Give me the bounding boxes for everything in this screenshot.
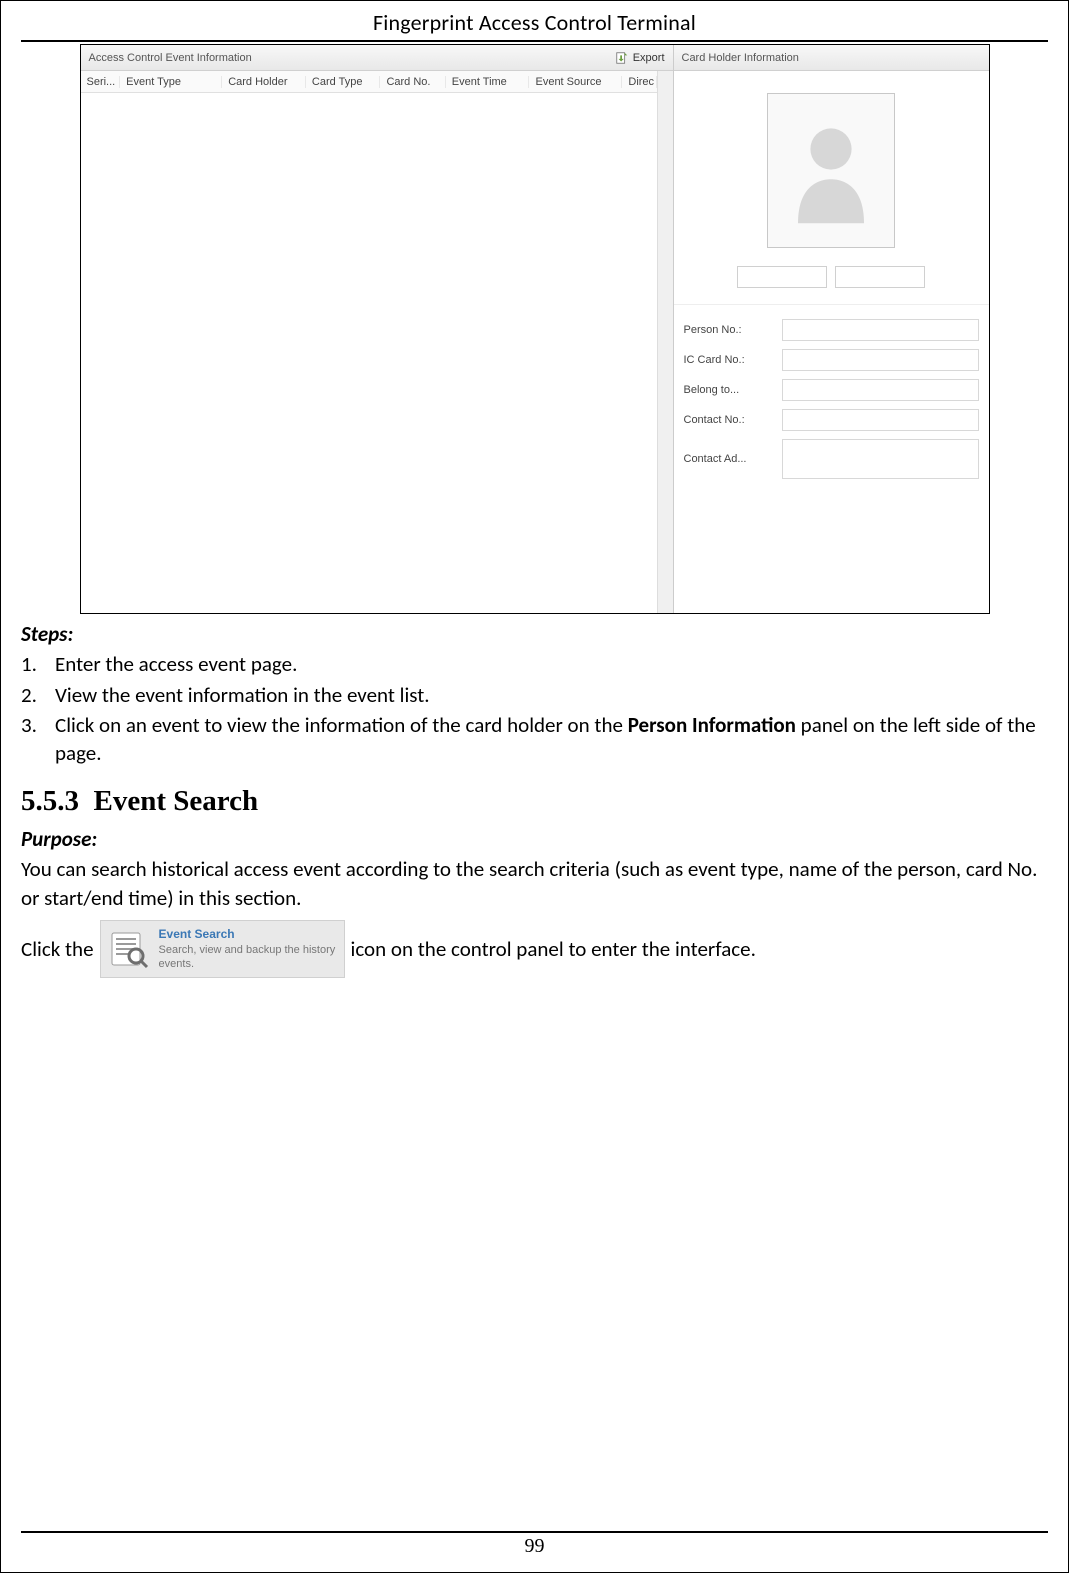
step-3-bold: Person Information	[628, 712, 796, 738]
holder-top-section	[674, 71, 989, 305]
table-column-headers: Seri... Event Type Card Holder Card Type…	[81, 71, 657, 93]
holder-field-2[interactable]	[835, 266, 925, 288]
holder-panel-header: Card Holder Information	[674, 45, 989, 71]
event-panel-header: Access Control Event Information Export	[81, 45, 673, 71]
label-contact-no: Contact No.:	[684, 414, 776, 426]
holder-panel-title: Card Holder Information	[682, 52, 799, 64]
event-search-list-icon	[109, 929, 149, 969]
col-event-time[interactable]: Event Time	[446, 76, 530, 88]
holder-detail-rows: Person No.: IC Card No.: Belong to... Co…	[674, 305, 989, 493]
vertical-scrollbar[interactable]	[657, 71, 673, 613]
step-num-1: 1.	[21, 650, 47, 678]
step-1-text: Enter the access event page.	[55, 651, 297, 677]
app-screenshot: Access Control Event Information Export …	[80, 44, 990, 614]
step-num-3: 3.	[21, 711, 47, 739]
purpose-label: Purpose:	[21, 825, 1048, 853]
step-2-text: View the event information in the event …	[55, 682, 430, 708]
header-rule-thick	[21, 40, 1048, 42]
purpose-text: You can search historical access event a…	[21, 855, 1048, 912]
col-card-type[interactable]: Card Type	[306, 76, 381, 88]
tile-text: Event Search Search, view and backup the…	[159, 926, 336, 972]
export-label: Export	[633, 52, 665, 64]
event-panel-title: Access Control Event Information	[89, 52, 252, 64]
label-contact-ad: Contact Ad...	[684, 453, 776, 465]
section-title: Event Search	[94, 785, 259, 817]
section-heading: 5.5.3 Event Search	[21, 782, 1048, 821]
export-button[interactable]: Export	[615, 51, 665, 65]
document-page: Fingerprint Access Control Terminal Acce…	[0, 0, 1069, 1573]
page-number: 99	[525, 1535, 545, 1557]
step-2: 2. View the event information in the even…	[21, 681, 1048, 709]
steps-label: Steps:	[21, 620, 1048, 648]
row-person-no: Person No.:	[684, 319, 979, 341]
col-event-source[interactable]: Event Source	[529, 76, 622, 88]
input-contact-ad[interactable]	[782, 439, 979, 479]
tile-title: Event Search	[159, 926, 336, 942]
col-event-type[interactable]: Event Type	[120, 76, 222, 88]
body-text: Steps: 1. Enter the access event page. 2.…	[21, 620, 1048, 978]
event-search-tile[interactable]: Event Search Search, view and backup the…	[100, 920, 345, 978]
section-number: 5.5.3	[21, 785, 79, 817]
row-contact-ad: Contact Ad...	[684, 439, 979, 479]
page-title: Fingerprint Access Control Terminal	[21, 1, 1048, 40]
input-belong-to[interactable]	[782, 379, 979, 401]
steps-list: 1. Enter the access event page. 2. View th…	[21, 650, 1048, 767]
click-pre: Click the	[21, 935, 94, 963]
col-direction[interactable]: Direc	[622, 76, 656, 88]
export-icon	[615, 51, 629, 65]
holder-field-1[interactable]	[737, 266, 827, 288]
row-belong-to: Belong to...	[684, 379, 979, 401]
event-table-body[interactable]	[81, 93, 657, 613]
step-num-2: 2.	[21, 681, 47, 709]
step-3: 3. Click on an event to view the informat…	[21, 711, 1048, 768]
page-header: Fingerprint Access Control Terminal	[21, 1, 1048, 42]
input-contact-no[interactable]	[782, 409, 979, 431]
label-person-no: Person No.:	[684, 324, 776, 336]
step-1: 1. Enter the access event page.	[21, 650, 1048, 678]
row-contact-no: Contact No.:	[684, 409, 979, 431]
step-3-pre: Click on an event to view the informatio…	[55, 712, 628, 738]
tile-subtitle: Search, view and backup the history even…	[159, 944, 336, 972]
click-line: Click the Event Search Search, v	[21, 920, 1048, 978]
input-ic-card-no[interactable]	[782, 349, 979, 371]
input-person-no[interactable]	[782, 319, 979, 341]
card-holder-panel: Card Holder Information Person No.:	[674, 45, 989, 613]
click-post: icon on the control panel to enter the i…	[351, 935, 756, 963]
row-ic-card-no: IC Card No.:	[684, 349, 979, 371]
page-footer: 99	[1, 1531, 1068, 1558]
label-ic-card-no: IC Card No.:	[684, 354, 776, 366]
col-card-no[interactable]: Card No.	[380, 76, 445, 88]
col-card-holder[interactable]: Card Holder	[222, 76, 306, 88]
person-silhouette-icon	[786, 116, 876, 226]
avatar-placeholder	[767, 93, 895, 248]
footer-rule-thick	[21, 1531, 1048, 1533]
col-serial[interactable]: Seri...	[81, 76, 121, 88]
holder-name-fields	[684, 266, 979, 288]
event-info-panel: Access Control Event Information Export …	[81, 45, 674, 613]
label-belong-to: Belong to...	[684, 384, 776, 396]
